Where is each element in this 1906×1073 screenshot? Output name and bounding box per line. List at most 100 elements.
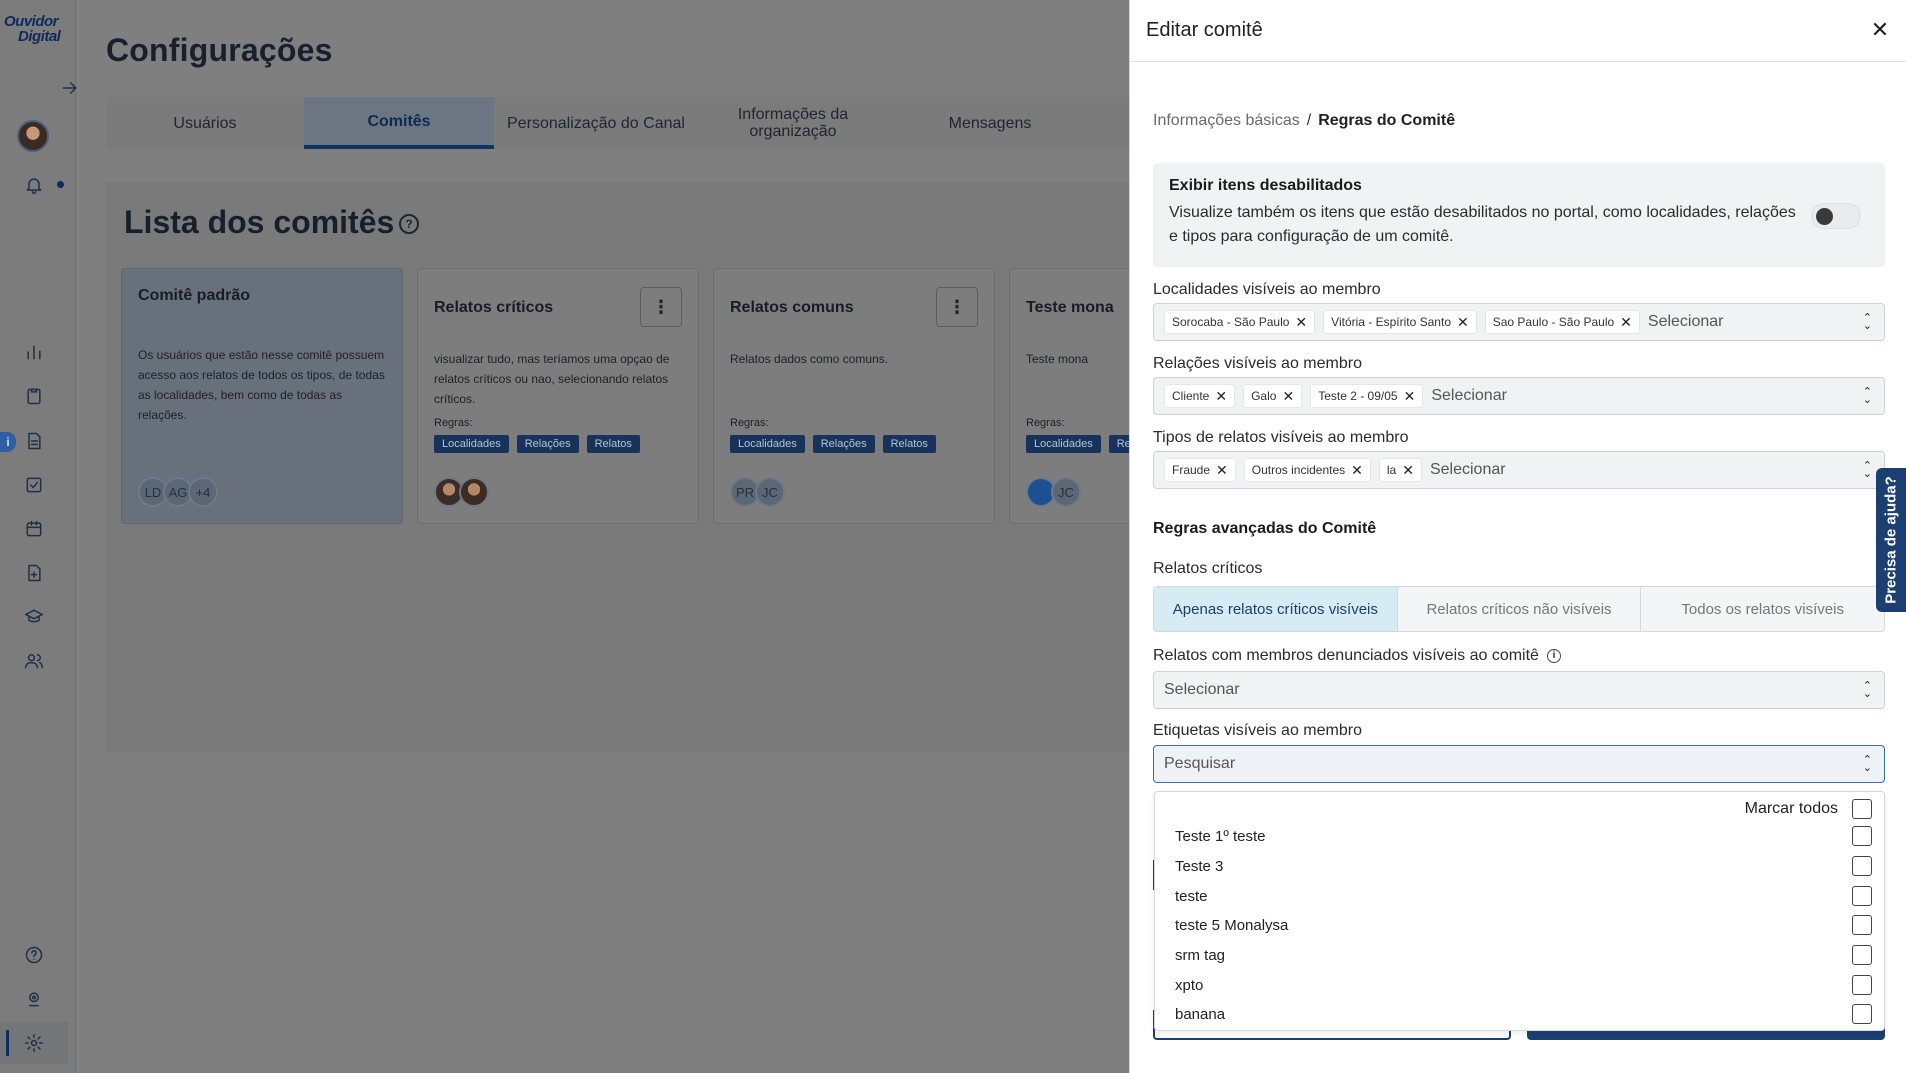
tag-option[interactable]: srm tag — [1175, 942, 1872, 968]
rule-tag: Relatos — [586, 435, 640, 453]
chip-label: Cliente — [1172, 389, 1210, 403]
locality-chip: Vitória - Espírito Santo ✕ — [1323, 310, 1477, 334]
notification-dot — [57, 181, 64, 188]
breadcrumb-separator: / — [1306, 112, 1312, 129]
tab-personalizacao[interactable]: Personalização do Canal — [494, 97, 698, 149]
tag-option[interactable]: xpto — [1175, 972, 1872, 998]
user-avatar[interactable] — [17, 120, 49, 152]
locality-chip: Sao Paulo - São Paulo ✕ — [1484, 310, 1640, 334]
report-type-chip: Fraude ✕ — [1164, 458, 1236, 482]
localities-label: Localidades visíveis ao membro — [1153, 281, 1381, 298]
tag-checkbox[interactable] — [1852, 945, 1872, 965]
committees-title: Lista dos comitês — [124, 204, 395, 240]
expand-nav-icon[interactable] — [56, 74, 84, 102]
localities-placeholder: Selecionar — [1647, 313, 1724, 330]
file-add-icon[interactable] — [20, 559, 48, 587]
tag-checkbox[interactable] — [1852, 1004, 1872, 1024]
tab-informacoes[interactable]: Informações da organização — [698, 97, 888, 149]
chip-label: la — [1386, 463, 1397, 477]
chip-remove-icon[interactable]: ✕ — [1351, 463, 1363, 477]
critical-reports-segmented: Apenas relatos críticos visíveis Relatos… — [1153, 586, 1885, 632]
relations-placeholder: Selecionar — [1431, 387, 1507, 404]
chip-remove-icon[interactable]: ✕ — [1402, 463, 1414, 477]
tag-option[interactable]: teste 5 Monalysa — [1175, 912, 1872, 938]
chip-remove-icon[interactable]: ✕ — [1404, 389, 1416, 403]
help-icon[interactable] — [20, 941, 48, 969]
settings-tabs: Usuários Comitês Personalização do Canal… — [106, 97, 1136, 149]
close-icon[interactable]: ✕ — [1868, 17, 1892, 42]
need-help-tab[interactable]: Precisa de ajuda? — [1876, 468, 1906, 612]
seg-all-visible[interactable]: Todos os relatos visíveis — [1641, 587, 1884, 631]
chip-label: Fraude — [1172, 463, 1211, 477]
chip-remove-icon[interactable]: ✕ — [1216, 463, 1228, 477]
location-pin-icon[interactable] — [20, 985, 48, 1013]
select-all-checkbox[interactable] — [1852, 799, 1872, 819]
rules-label: Regras: — [730, 417, 769, 429]
info-badge-icon[interactable]: i — [0, 432, 16, 452]
card-menu-button[interactable]: ⋮ — [640, 287, 682, 327]
settings-gear-icon[interactable] — [20, 1029, 48, 1057]
tag-option[interactable]: banana — [1175, 1001, 1872, 1027]
breadcrumb-step-basic-info[interactable]: Informações básicas — [1153, 112, 1300, 129]
tags-dropdown: Marcar todos Teste 1º teste Teste 3 test… — [1154, 791, 1885, 1031]
chart-icon[interactable] — [20, 338, 48, 366]
report-types-select[interactable]: Fraude ✕ Outros incidentes ✕ la ✕ Seleciona… — [1153, 451, 1885, 489]
drawer-title: Editar comitê — [1146, 19, 1263, 41]
critical-reports-label: Relatos críticos — [1153, 560, 1263, 577]
tag-checkbox[interactable] — [1852, 915, 1872, 935]
avatar-overflow-count: +4 — [188, 477, 218, 507]
graduation-cap-icon[interactable] — [20, 603, 48, 631]
localities-select[interactable]: Sorocaba - São Paulo ✕ Vitória - Espírito… — [1153, 303, 1885, 341]
document-icon[interactable] — [20, 427, 48, 455]
relation-chip: Galo ✕ — [1243, 384, 1303, 408]
app-logo[interactable]: Ouvidor Digital — [4, 14, 68, 44]
reported-members-select[interactable]: Selecionar ⌃ ⌄ — [1153, 671, 1885, 709]
logo-line-1: Ouvidor — [4, 13, 59, 30]
clipboard-icon[interactable] — [20, 382, 48, 410]
users-icon[interactable] — [20, 647, 48, 675]
relations-select[interactable]: Cliente ✕ Galo ✕ Teste 2 - 09/05 ✕ Selecion… — [1153, 377, 1885, 415]
committee-card-comuns[interactable]: Relatos comuns ⋮ Relatos dados como comu… — [713, 268, 995, 524]
checklist-icon[interactable] — [20, 471, 48, 499]
seg-only-critical[interactable]: Apenas relatos críticos visíveis — [1154, 587, 1398, 631]
tab-usuarios[interactable]: Usuários — [106, 97, 304, 149]
chip-remove-icon[interactable]: ✕ — [1620, 315, 1632, 329]
chip-remove-icon[interactable]: ✕ — [1295, 315, 1307, 329]
seg-critical-hidden[interactable]: Relatos críticos não visíveis — [1397, 587, 1642, 631]
card-title: Relatos comuns — [730, 299, 854, 316]
committee-card-default[interactable]: Comitê padrão Os usuários que estão ness… — [121, 268, 403, 524]
chip-label: Sao Paulo - São Paulo — [1492, 315, 1615, 329]
card-title: Teste mona — [1026, 299, 1114, 316]
chip-remove-icon[interactable]: ✕ — [1282, 389, 1294, 403]
tag-checkbox[interactable] — [1852, 856, 1872, 876]
disabled-items-box: Exibir itens desabilitados Visualize tam… — [1153, 163, 1885, 267]
card-avatars: PR JC — [730, 477, 785, 507]
tab-mensagens[interactable]: Mensagens — [888, 97, 1092, 149]
reported-members-label: Relatos com membros denunciados visíveis… — [1153, 647, 1539, 664]
card-title: Relatos críticos — [434, 299, 554, 316]
chevron-up-down-icon: ⌃ ⌄ — [1862, 754, 1872, 774]
tag-option[interactable]: Teste 1º teste — [1175, 823, 1872, 849]
chip-remove-icon[interactable]: ✕ — [1457, 315, 1469, 329]
tag-checkbox[interactable] — [1852, 975, 1872, 995]
page-title: Configurações — [106, 32, 333, 68]
committee-card-criticos[interactable]: Relatos críticos ⋮ visualizar tudo, mas … — [417, 268, 699, 524]
rules-label: Regras: — [1026, 417, 1065, 429]
tag-option-label: banana — [1175, 1005, 1226, 1023]
tag-checkbox[interactable] — [1852, 886, 1872, 906]
tag-option[interactable]: Teste 3 — [1175, 853, 1872, 879]
tab-comites[interactable]: Comitês — [304, 97, 494, 149]
report-types-label: Tipos de relatos visíveis ao membro — [1153, 429, 1409, 446]
card-menu-button[interactable]: ⋮ — [936, 287, 978, 327]
bell-icon[interactable] — [20, 171, 48, 199]
tag-checkbox[interactable] — [1852, 826, 1872, 846]
tags-search-select[interactable]: Pesquisar ⌃ ⌄ — [1153, 745, 1885, 783]
show-disabled-toggle[interactable] — [1811, 203, 1861, 229]
chip-remove-icon[interactable]: ✕ — [1215, 389, 1227, 403]
calendar-icon[interactable] — [20, 515, 48, 543]
tag-option[interactable]: teste — [1175, 883, 1872, 909]
help-circle-icon[interactable]: ? — [399, 214, 419, 234]
info-icon[interactable]: i — [1546, 649, 1561, 663]
select-all-row[interactable]: Marcar todos — [1745, 799, 1872, 819]
disabled-items-title: Exibir itens desabilitados — [1169, 177, 1362, 194]
